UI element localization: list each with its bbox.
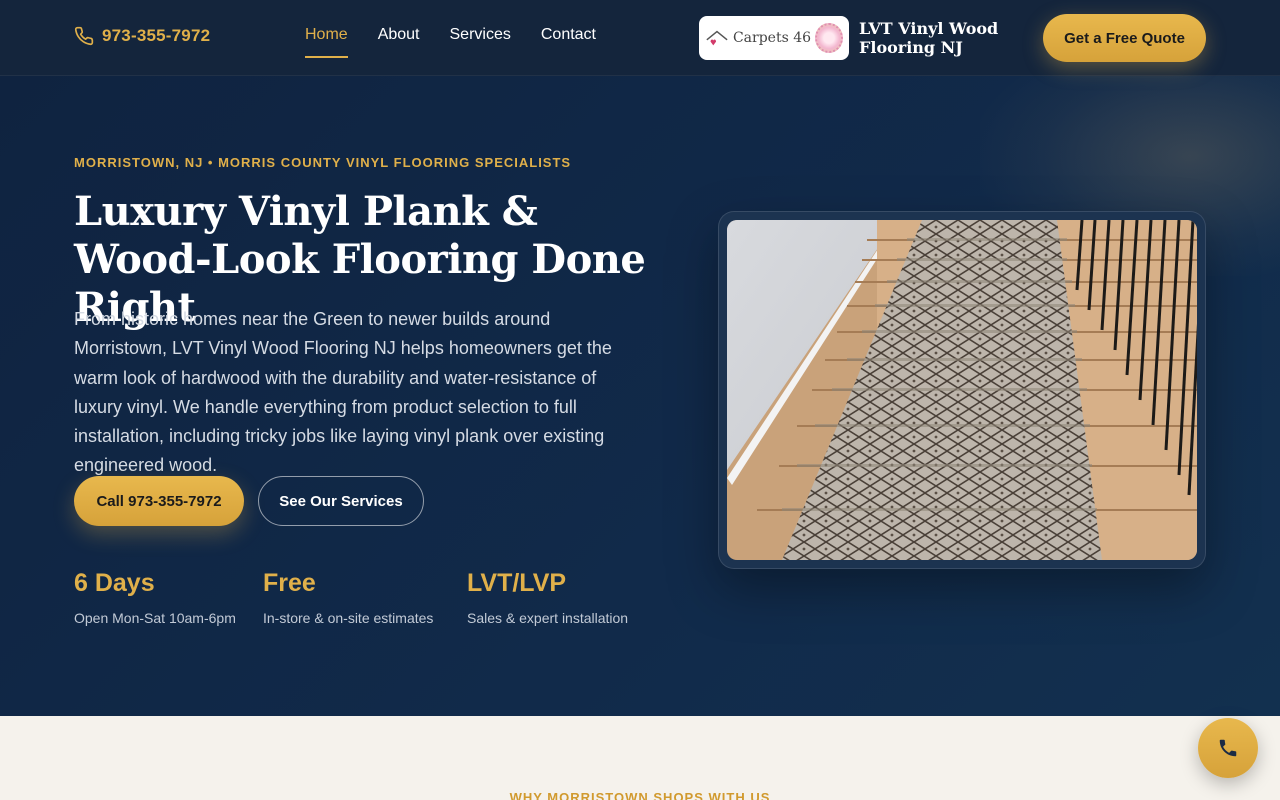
floating-call-button[interactable] [1198,718,1258,778]
site-header: 973-355-7972 Home About Services Contact… [0,0,1280,76]
get-quote-button[interactable]: Get a Free Quote [1043,14,1206,62]
house-roof-icon [706,30,728,46]
header-phone-link[interactable]: 973-355-7972 [74,26,210,46]
main-nav: Home About Services Contact [305,26,596,58]
hero-description: From historic homes near the Green to ne… [74,309,612,476]
nav-contact[interactable]: Contact [541,26,596,58]
logo-badge [815,23,843,53]
logo-text: Carpets 46 [732,30,812,46]
stat-value: 6 Days [74,569,155,597]
brand-name[interactable]: LVT Vinyl Wood Flooring NJ [859,19,1009,57]
carpets46-logo[interactable]: Carpets 46 [699,16,849,60]
hero-section: MORRISTOWN, NJ • MORRIS COUNTY VINYL FLO… [0,76,1280,716]
why-section-eyebrow: WHY MORRISTOWN SHOPS WITH US [509,790,771,800]
nav-home[interactable]: Home [305,26,348,58]
nav-services[interactable]: Services [450,26,511,58]
stat-label: In-store & on-site estimates [263,610,434,626]
see-services-button[interactable]: See Our Services [258,476,424,526]
call-button[interactable]: Call 973-355-7972 [74,476,244,526]
phone-icon [1219,739,1237,757]
hero-image-card [718,211,1206,569]
stat-label: Open Mon-Sat 10am-6pm [74,610,236,626]
header-phone-number: 973-355-7972 [102,26,211,45]
hero-eyebrow: MORRISTOWN, NJ • MORRIS COUNTY VINYL FLO… [74,155,572,170]
why-section: WHY MORRISTOWN SHOPS WITH US [0,716,1280,800]
phone-icon [74,26,94,46]
stat-value: LVT/LVP [467,569,567,597]
stat-installation: LVT/LVP Sales & expert installation [467,569,628,626]
nav-about[interactable]: About [378,26,420,58]
stat-value: Free [263,569,316,597]
stat-estimates: Free In-store & on-site estimates [263,569,433,626]
stat-label: Sales & expert installation [467,610,629,626]
staircase-photo [727,220,1197,560]
stat-hours: 6 Days Open Mon-Sat 10am-6pm [74,569,236,626]
